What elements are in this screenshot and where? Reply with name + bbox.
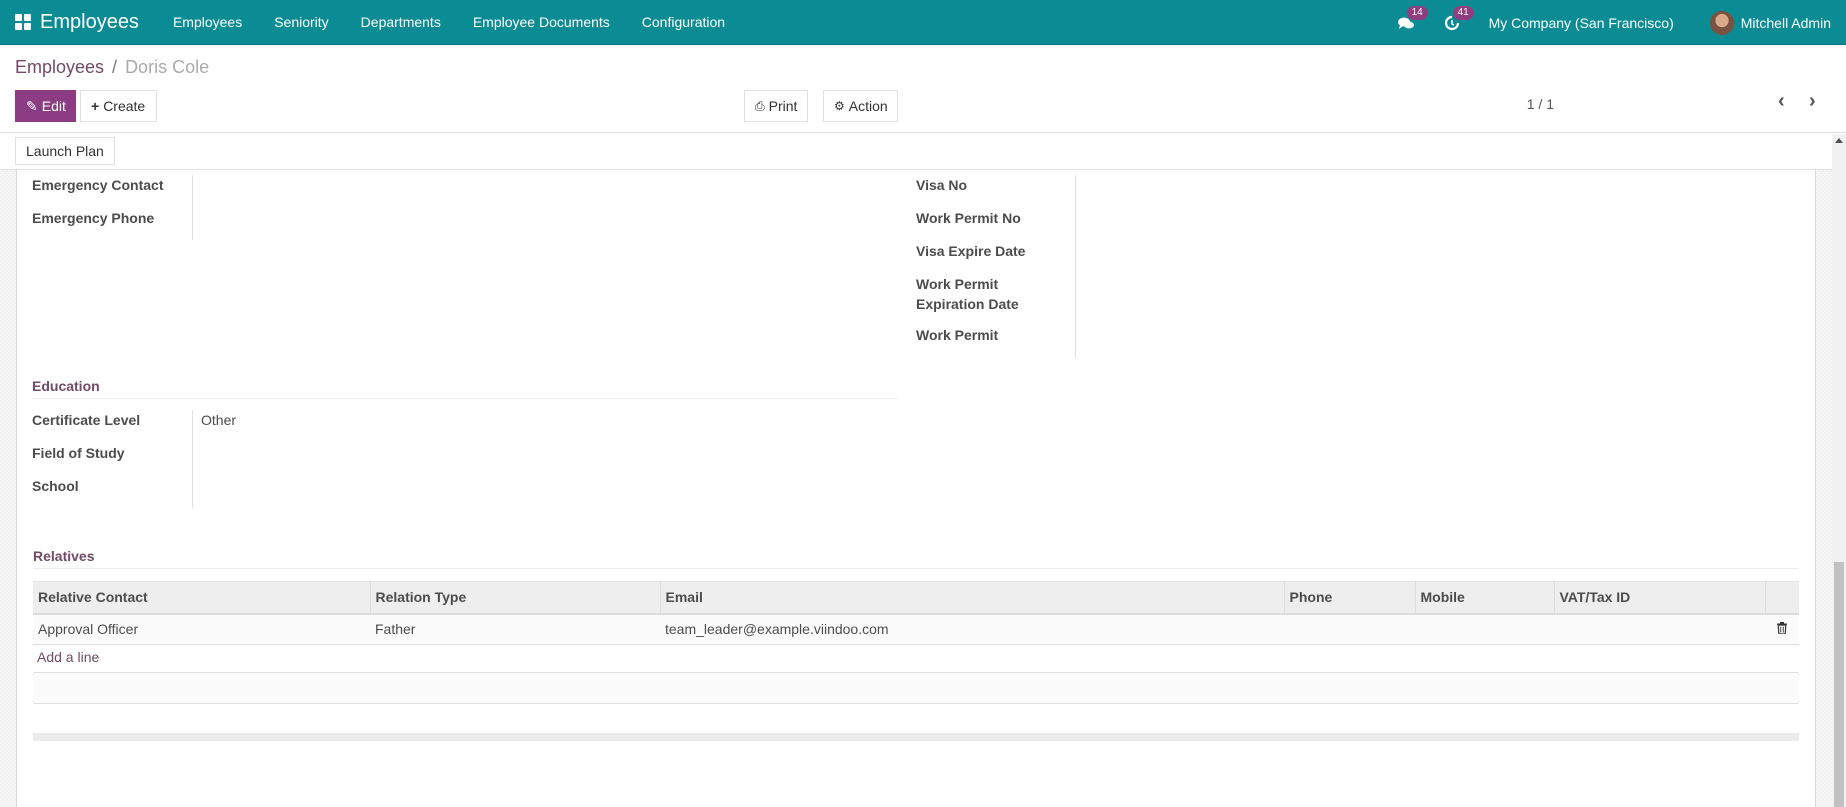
certificate-level-value[interactable]: Other [201, 412, 236, 428]
cell-relation-type[interactable]: Father [370, 613, 660, 645]
menu-configuration[interactable]: Configuration [626, 14, 741, 30]
column-header-email[interactable]: Email [660, 581, 1285, 615]
form-sheet [16, 170, 1816, 807]
messages-badge: 14 [1406, 5, 1428, 20]
field-divider [1075, 175, 1076, 358]
launch-plan-button[interactable]: Launch Plan [15, 137, 115, 165]
field-label-work-permit: Work Permit [916, 327, 999, 343]
action-button[interactable]: ⚙ Action [823, 90, 898, 122]
status-bar: Launch Plan [0, 134, 1832, 170]
field-label-school: School [32, 478, 79, 494]
emergency-phone-value[interactable] [200, 208, 890, 230]
trash-icon [1777, 622, 1787, 635]
column-header-actions [1765, 581, 1799, 615]
cell-email[interactable]: team_leader@example.viindoo.com [660, 613, 1284, 645]
user-menu[interactable]: Mitchell Admin [1741, 15, 1831, 31]
app-title[interactable]: Employees [40, 11, 139, 34]
cell-vat[interactable] [1554, 613, 1765, 645]
control-panel: Employees / Doris Cole ✎ Edit + Create ⎙… [0, 45, 1846, 133]
field-divider [192, 410, 193, 508]
scroll-up-arrow-icon[interactable] [1835, 138, 1843, 143]
field-label-field-of-study: Field of Study [32, 445, 125, 461]
field-label-visa-no: Visa No [916, 177, 968, 193]
education-section-title: Education [32, 378, 100, 394]
scrollbar-thumb[interactable] [1834, 562, 1844, 807]
menu-seniority[interactable]: Seniority [258, 14, 344, 30]
company-switcher[interactable]: My Company (San Francisco) [1489, 15, 1674, 31]
delete-row-button[interactable] [1765, 613, 1799, 645]
column-header-mobile[interactable]: Mobile [1415, 581, 1555, 615]
menu-departments[interactable]: Departments [345, 14, 457, 30]
breadcrumb-current: Doris Cole [125, 57, 210, 77]
cell-phone[interactable] [1284, 613, 1415, 645]
field-label-emergency-contact: Emergency Contact [32, 177, 164, 193]
field-divider [192, 175, 193, 240]
field-label-visa-expire-date: Visa Expire Date [916, 243, 1026, 259]
emergency-contact-value[interactable] [200, 175, 890, 197]
relatives-section-title: Relatives [33, 548, 95, 564]
field-label-emergency-phone: Emergency Phone [32, 210, 155, 226]
pager-previous-icon[interactable]: ‹ [1778, 90, 1785, 113]
user-avatar[interactable] [1709, 10, 1734, 35]
print-icon: ⎙ [755, 98, 765, 113]
empty-row [33, 673, 1799, 703]
activities-button[interactable]: 41 [1443, 5, 1474, 32]
cell-mobile[interactable] [1415, 613, 1554, 645]
education-separator [32, 398, 898, 399]
gear-icon: ⚙ [834, 99, 845, 113]
field-label-work-permit-expiration-date: Work Permit Expiration Date [916, 276, 1019, 312]
apps-menu-icon[interactable] [15, 14, 31, 30]
relatives-separator [33, 568, 1799, 569]
edit-button[interactable]: ✎ Edit [15, 90, 76, 122]
column-header-vat[interactable]: VAT/Tax ID [1554, 581, 1766, 615]
column-header-relative-contact[interactable]: Relative Contact [33, 581, 371, 615]
create-button[interactable]: + Create [80, 90, 157, 122]
relatives-table: Relative Contact Relation Type Email Pho… [33, 581, 1799, 645]
activities-badge: 41 [1452, 5, 1474, 20]
column-header-relation-type[interactable]: Relation Type [370, 581, 661, 615]
pager-value[interactable]: 1 / 1 [1527, 96, 1554, 112]
pager-next-icon[interactable]: › [1809, 90, 1816, 113]
row-divider [33, 703, 1799, 704]
breadcrumb: Employees / Doris Cole [15, 57, 209, 78]
pencil-icon: ✎ [26, 97, 38, 114]
menu-employee-documents[interactable]: Employee Documents [457, 14, 626, 30]
cell-relative-contact[interactable]: Approval Officer [33, 613, 370, 645]
messages-button[interactable]: 14 [1397, 5, 1428, 32]
field-label-work-permit-no: Work Permit No [916, 210, 1021, 226]
vertical-scrollbar[interactable] [1832, 134, 1846, 807]
field-label-certificate-level: Certificate Level [32, 412, 141, 428]
column-header-phone[interactable]: Phone [1284, 581, 1416, 615]
plus-icon: + [91, 98, 100, 114]
add-a-line-link[interactable]: Add a line [37, 649, 99, 665]
breadcrumb-employees[interactable]: Employees [15, 57, 104, 78]
print-button[interactable]: ⎙ Print [744, 90, 808, 122]
table-row[interactable]: Approval Officer Father team_leader@exam… [33, 613, 1799, 645]
breadcrumb-separator: / [112, 57, 118, 77]
table-footer [33, 733, 1799, 741]
menu-employees[interactable]: Employees [157, 14, 258, 30]
top-navbar: Employees Employees Seniority Department… [0, 0, 1846, 45]
